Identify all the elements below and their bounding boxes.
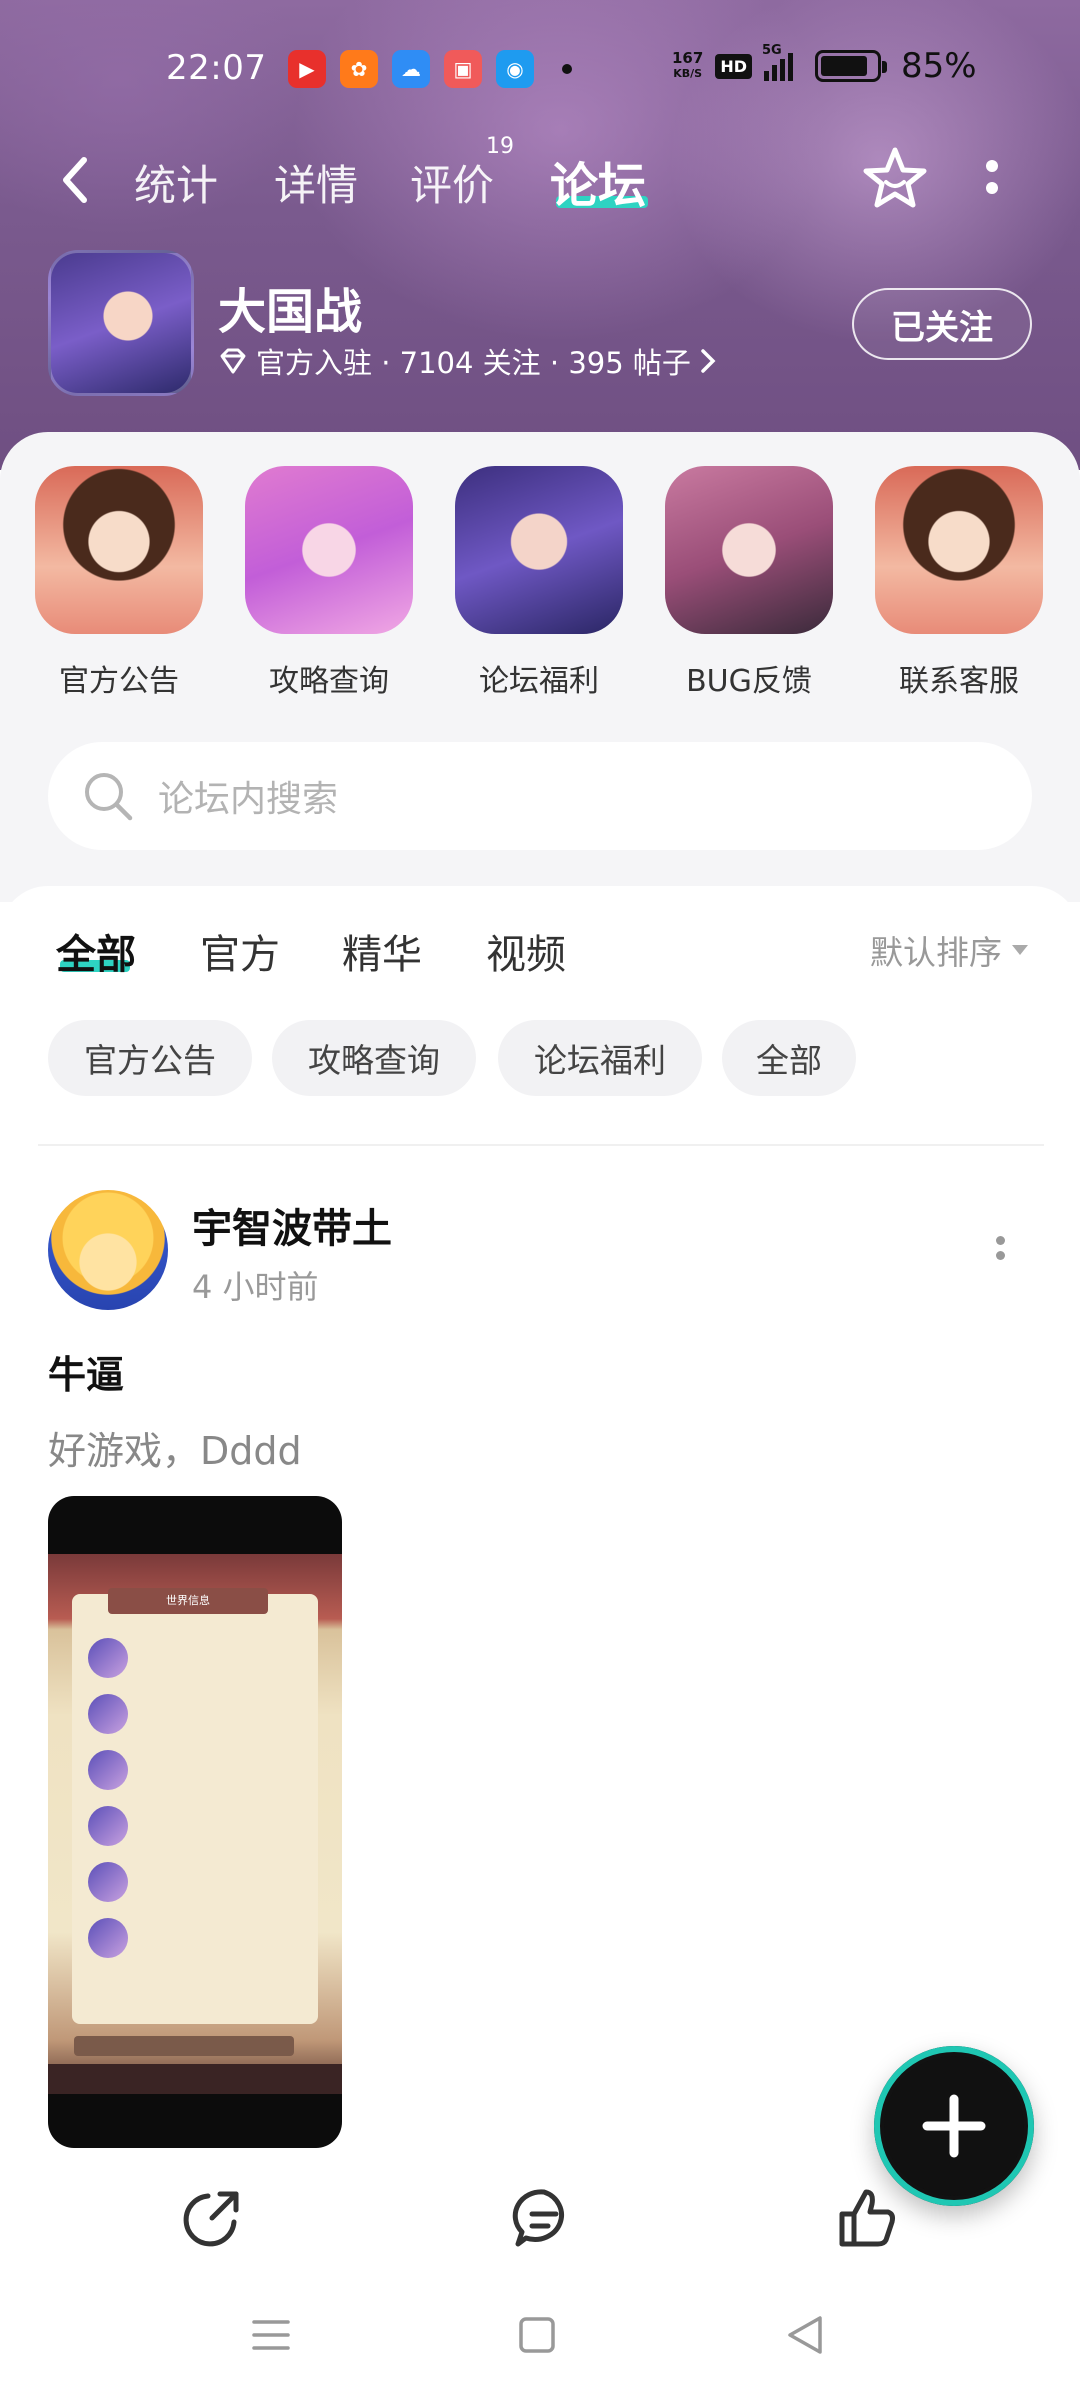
benefits-thumbnail <box>455 466 623 634</box>
sort-dropdown[interactable]: 默认排序 <box>870 926 1028 974</box>
like-icon[interactable] <box>836 2186 900 2250</box>
forum-search-input[interactable]: 论坛内搜索 <box>48 742 1032 850</box>
quick-link-bug-report[interactable]: BUG反馈 <box>664 466 834 700</box>
diamond-icon <box>220 348 246 374</box>
game-meta-text: 官方入驻 · 7104 关注 · 395 帖子 <box>256 346 691 380</box>
game-name: 大国战 <box>218 284 363 340</box>
battery-percent: 85% <box>900 46 977 86</box>
tab-details[interactable]: 详情 <box>274 152 358 213</box>
game-meta[interactable]: 官方入驻 · 7104 关注 · 395 帖子 <box>218 340 717 382</box>
quick-link-benefits[interactable]: 论坛福利 <box>454 466 624 700</box>
top-nav: 统计 详情 评价 19 论坛 <box>0 134 1080 220</box>
search-placeholder: 论坛内搜索 <box>158 779 339 820</box>
tab-reviews[interactable]: 评价 <box>410 152 494 213</box>
create-post-button[interactable] <box>874 2046 1034 2206</box>
weather-app-icon: ☁ <box>392 50 430 88</box>
feed-tab-featured[interactable]: 精华 <box>342 922 422 980</box>
quick-link-label: 联系客服 <box>899 664 1019 699</box>
chip-benefits[interactable]: 论坛福利 <box>498 1020 702 1096</box>
favorite-star-icon[interactable] <box>860 144 930 214</box>
post-image[interactable]: 世界信息 <box>48 1496 342 2148</box>
video-app-icon: ▶ <box>288 50 326 88</box>
announcement-thumbnail <box>35 466 203 634</box>
chevron-right-icon <box>701 349 716 373</box>
sort-label: 默认排序 <box>870 933 1002 972</box>
browser-app-icon: ◉ <box>496 50 534 88</box>
post-username[interactable]: 宇智波带土 <box>192 1196 392 1254</box>
chip-guide[interactable]: 攻略查询 <box>272 1020 476 1096</box>
user-avatar[interactable] <box>48 1190 168 1310</box>
hd-badge: HD <box>715 53 752 79</box>
chip-all[interactable]: 全部 <box>722 1020 856 1096</box>
net-speed-value: 167 <box>672 49 704 67</box>
search-icon <box>85 773 133 821</box>
plus-icon <box>922 2094 986 2158</box>
quick-link-guide[interactable]: 攻略查询 <box>244 466 414 700</box>
battery-icon <box>814 50 887 82</box>
tab-stats[interactable]: 统计 <box>134 152 218 213</box>
orange-app-icon: ✿ <box>340 50 378 88</box>
share-icon[interactable] <box>180 2186 244 2250</box>
game-avatar[interactable] <box>48 250 194 396</box>
feed-tab-all[interactable]: 全部 <box>56 922 136 980</box>
guide-thumbnail <box>245 466 413 634</box>
system-navigation <box>0 2290 1080 2400</box>
post-actions <box>0 2186 1080 2266</box>
quick-link-label: 攻略查询 <box>269 664 389 699</box>
caret-down-icon <box>1012 945 1028 955</box>
post-more-icon[interactable] <box>996 1236 1006 1266</box>
more-menu-icon[interactable] <box>986 160 1000 202</box>
comment-icon[interactable] <box>512 2186 576 2250</box>
post-time: 4 小时前 <box>192 1268 319 1306</box>
divider <box>38 1144 1044 1146</box>
quick-link-label: 官方公告 <box>59 664 179 699</box>
screenshot-content: 世界信息 <box>48 1554 342 2094</box>
net-speed: 167 KB/S <box>672 50 703 82</box>
tab-forum[interactable]: 论坛 <box>550 146 646 216</box>
support-thumbnail <box>875 466 1043 634</box>
home-icon[interactable] <box>512 2310 562 2360</box>
quick-link-support[interactable]: 联系客服 <box>874 466 1044 700</box>
back-arrow-icon[interactable] <box>56 150 96 210</box>
feed-tab-official[interactable]: 官方 <box>200 922 280 980</box>
chip-announcement[interactable]: 官方公告 <box>48 1020 252 1096</box>
battery-level <box>820 56 867 76</box>
notification-icons: ▶ ✿ ☁ ▣ ◉ <box>288 50 534 88</box>
reviews-count-badge: 19 <box>486 134 514 159</box>
post-body[interactable]: 好游戏，Dddd <box>48 1420 302 1475</box>
status-time: 22:07 <box>166 48 267 88</box>
shopping-app-icon: ▣ <box>444 50 482 88</box>
post-title[interactable]: 牛逼 <box>48 1344 124 1399</box>
image-header-text: 世界信息 <box>108 1588 268 1614</box>
signal-icon: 5G <box>762 43 793 81</box>
status-bar: 22:07 ▶ ✿ ☁ ▣ ◉ 167 KB/S HD 5G 85% <box>0 40 1080 104</box>
follow-button[interactable]: 已关注 <box>852 288 1032 360</box>
network-type: 5G <box>761 43 782 58</box>
feed-tab-video[interactable]: 视频 <box>486 922 566 980</box>
notification-dot <box>562 64 572 74</box>
quick-link-announcement[interactable]: 官方公告 <box>34 466 204 700</box>
back-triangle-icon[interactable] <box>780 2310 830 2360</box>
quick-link-label: 论坛福利 <box>479 664 599 699</box>
bug-report-thumbnail <box>665 466 833 634</box>
net-speed-unit: KB/S <box>673 67 703 80</box>
status-right: 167 KB/S HD 5G 85% <box>672 43 977 86</box>
quick-link-label: BUG反馈 <box>686 664 812 699</box>
recent-apps-icon[interactable] <box>246 2310 296 2360</box>
